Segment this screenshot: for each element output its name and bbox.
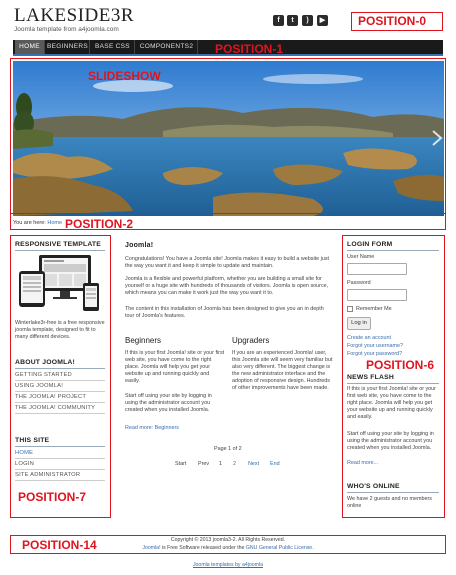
divider	[15, 250, 105, 251]
news-read-more-link[interactable]: Read more...	[347, 460, 378, 467]
news-flash-text-2: Start off using your site by logging in …	[347, 431, 434, 451]
menu-item-login[interactable]: LOGIN	[15, 459, 105, 470]
upgraders-text: If you are an experienced Joomla! user, …	[232, 350, 333, 391]
responsive-description: Winterlake3r-free is a free responsive j…	[15, 320, 105, 340]
position-2-box	[10, 213, 446, 230]
menu-item-joomla-project[interactable]: THE JOOMLA! PROJECT	[15, 392, 105, 403]
article-paragraph-1: Congratulations! You have a Joomla site!…	[125, 256, 330, 269]
divider	[347, 250, 439, 251]
position-7-label: POSITION-7	[18, 490, 87, 504]
pager-page-2[interactable]: 2	[233, 461, 236, 468]
pager-end[interactable]: End	[270, 461, 280, 468]
this-site-menu: HOME LOGIN SITE ADMINISTRATOR	[15, 448, 105, 481]
youtube-icon[interactable]: ▶	[317, 15, 328, 26]
pager-page-1: 1	[219, 461, 222, 467]
news-flash-heading: NEWS FLASH	[347, 374, 394, 381]
login-button[interactable]: Log in	[347, 317, 371, 330]
about-joomla-heading: ABOUT JOOMLA!	[15, 359, 75, 366]
footer-license: Joomla! is Free Software released under …	[0, 545, 456, 551]
footer-credit-link[interactable]: Joomla templates by a4joomla	[0, 562, 456, 568]
twitter-icon[interactable]: t	[287, 15, 298, 26]
rss-icon[interactable]: )	[302, 15, 313, 26]
nav-item-base-css[interactable]: BASE CSS	[91, 40, 135, 54]
password-label: Password	[347, 280, 371, 286]
responsive-devices-icon	[19, 255, 99, 311]
devices-image	[15, 253, 105, 313]
site-logo-subtitle: Joomla template from a4joomla.com	[14, 26, 119, 33]
pager-next[interactable]: Next	[248, 461, 259, 468]
login-form-heading: LOGIN FORM	[347, 241, 393, 248]
create-account-link[interactable]: Create an account	[347, 335, 391, 342]
responsive-heading: RESPONSIVE TEMPLATE	[15, 241, 102, 248]
nav-item-beginners[interactable]: BEGINNERS	[46, 40, 90, 54]
footer-copyright: Copyright © 2013 joomla3-2. All Rights R…	[170, 537, 286, 543]
news-flash-text-1: If this is your first Joomla! site or yo…	[347, 386, 436, 420]
menu-item-joomla-community[interactable]: THE JOOMLA! COMMUNITY	[15, 403, 105, 414]
remember-me-label: Remember Me	[356, 306, 392, 312]
whos-online-text: We have 2 guests and no members online	[347, 496, 432, 509]
whos-online-heading: WHO'S ONLINE	[347, 483, 400, 490]
forgot-password-link[interactable]: Forgot your password?	[347, 351, 402, 358]
upgraders-title: Upgraders	[232, 336, 270, 345]
beginners-title: Beginners	[125, 336, 162, 345]
pager-prev[interactable]: Prev	[198, 461, 209, 468]
beginners-text-2: Start off using your site by logging in …	[125, 393, 212, 413]
nav-item-home[interactable]: HOME	[15, 40, 45, 54]
site-logo-title[interactable]: LAKESIDE3R	[14, 5, 134, 27]
menu-item-home[interactable]: HOME	[15, 448, 105, 459]
this-site-heading: THIS SITE	[15, 437, 50, 444]
username-label: User Name	[347, 254, 375, 260]
slideshow-box	[10, 58, 446, 230]
article-paragraph-2: Joomla is a flexible and powerful platfo…	[125, 276, 329, 296]
divider	[15, 368, 105, 369]
remember-me-checkbox[interactable]	[347, 306, 353, 312]
divider	[347, 492, 439, 493]
position-0-label: POSITION-0	[358, 14, 427, 28]
license-text: is Free Software released under the	[160, 545, 246, 551]
position-6-label: POSITION-6	[366, 358, 435, 372]
forgot-username-link[interactable]: Forgot your username?	[347, 343, 403, 350]
password-input[interactable]	[347, 289, 407, 301]
joomla-link[interactable]: Joomla!	[142, 545, 160, 551]
about-joomla-menu: GETTING STARTED USING JOOMLA! THE JOOMLA…	[15, 370, 105, 414]
menu-item-site-administrator[interactable]: SITE ADMINISTRATOR	[15, 470, 105, 481]
pager-start[interactable]: Start	[175, 461, 186, 468]
gpl-link[interactable]: GNU General Public License.	[246, 545, 314, 551]
read-more-link[interactable]: Read more: Beginners	[125, 425, 179, 432]
article-paragraph-3: The content in this installation of Joom…	[125, 306, 324, 319]
nav-item-components2[interactable]: COMPONENTS2	[136, 40, 198, 54]
divider	[347, 383, 439, 384]
username-input[interactable]	[347, 263, 407, 275]
menu-item-using-joomla[interactable]: USING JOOMLA!	[15, 381, 105, 392]
article-title: Joomla!	[125, 242, 154, 249]
beginners-text-1: If this is your first Joomla! site or yo…	[125, 350, 225, 384]
position-1-label: POSITION-1	[215, 42, 284, 56]
menu-item-getting-started[interactable]: GETTING STARTED	[15, 370, 105, 381]
facebook-icon[interactable]: f	[273, 15, 284, 26]
divider	[15, 446, 105, 447]
page-counter: Page 1 of 2	[214, 446, 242, 452]
